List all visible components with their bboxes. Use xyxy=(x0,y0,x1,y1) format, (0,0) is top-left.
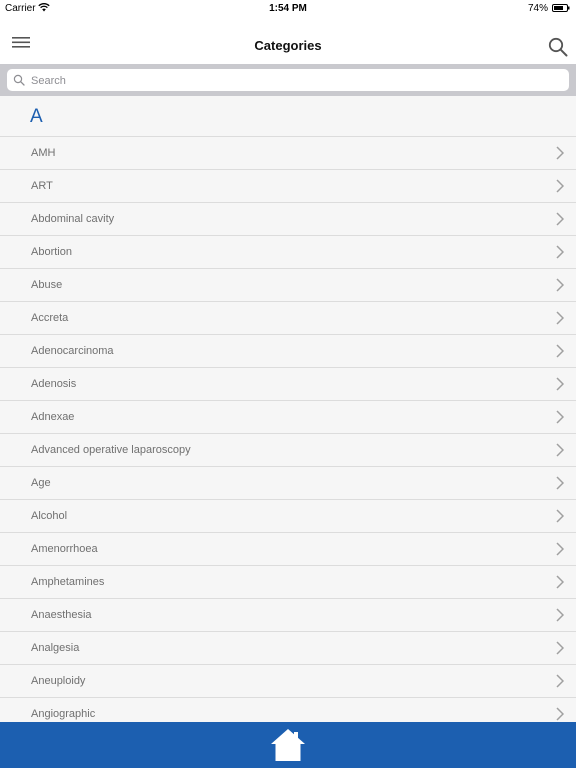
search-box[interactable] xyxy=(7,69,569,91)
list-item[interactable]: Analgesia xyxy=(0,632,576,665)
list-item[interactable]: AMH xyxy=(0,137,576,170)
list-item-label: Analgesia xyxy=(31,642,80,654)
bottom-bar xyxy=(0,722,576,768)
section-header: A xyxy=(0,96,576,137)
list-item-label: Aneuploidy xyxy=(31,675,86,687)
chevron-right-icon xyxy=(556,674,564,688)
list-item-label: Abortion xyxy=(31,246,72,258)
list-item-label: Abdominal cavity xyxy=(31,213,115,225)
list-item-label: Amphetamines xyxy=(31,576,105,588)
chevron-right-icon xyxy=(556,410,564,424)
status-bar: Carrier 1:54 PM 74% xyxy=(0,0,576,18)
search-field-icon xyxy=(13,74,25,86)
chevron-right-icon xyxy=(556,311,564,325)
search-input[interactable] xyxy=(29,71,553,91)
list-item[interactable]: Anaesthesia xyxy=(0,599,576,632)
list-item[interactable]: Angiographic xyxy=(0,698,576,722)
chevron-right-icon xyxy=(556,377,564,391)
chevron-right-icon xyxy=(556,608,564,622)
chevron-right-icon xyxy=(556,443,564,457)
chevron-right-icon xyxy=(556,278,564,292)
list-item-label: Adnexae xyxy=(31,411,75,423)
list-item[interactable]: Amenorrhoea xyxy=(0,533,576,566)
list-item-label: Advanced operative laparoscopy xyxy=(31,444,191,456)
search-bar xyxy=(0,64,576,96)
list-item-label: Angiographic xyxy=(31,708,96,720)
list-item-label: Adenocarcinoma xyxy=(31,345,114,357)
list-item[interactable]: Age xyxy=(0,467,576,500)
list-item[interactable]: Alcohol xyxy=(0,500,576,533)
home-icon[interactable] xyxy=(270,728,306,762)
list-item[interactable]: Accreta xyxy=(0,302,576,335)
list-item[interactable]: Amphetamines xyxy=(0,566,576,599)
chevron-right-icon xyxy=(556,146,564,160)
chevron-right-icon xyxy=(556,707,564,721)
navigation-bar: Categories xyxy=(0,18,576,64)
list-item-label: Amenorrhoea xyxy=(31,543,98,555)
status-time: 1:54 PM xyxy=(269,3,307,14)
chevron-right-icon xyxy=(556,542,564,556)
chevron-right-icon xyxy=(556,179,564,193)
list-item[interactable]: Abortion xyxy=(0,236,576,269)
list-item-label: ART xyxy=(31,180,53,192)
chevron-right-icon xyxy=(556,509,564,523)
battery-icon xyxy=(552,4,570,12)
section-letter: A xyxy=(30,106,43,127)
list-item[interactable]: ART xyxy=(0,170,576,203)
list-item[interactable]: Adenocarcinoma xyxy=(0,335,576,368)
chevron-right-icon xyxy=(556,575,564,589)
list-item[interactable]: Advanced operative laparoscopy xyxy=(0,434,576,467)
chevron-right-icon xyxy=(556,212,564,226)
category-list: A AMH ART Abdominal cavity Abortion Abuse Acc… xyxy=(0,96,576,722)
list-item-label: AMH xyxy=(31,147,56,159)
search-icon[interactable] xyxy=(548,37,568,57)
list-item-label: Abuse xyxy=(31,279,63,291)
list-item[interactable]: Adnexae xyxy=(0,401,576,434)
chevron-right-icon xyxy=(556,476,564,490)
list-item-label: Alcohol xyxy=(31,510,68,522)
battery-percentage: 74% xyxy=(527,3,548,14)
chevron-right-icon xyxy=(556,641,564,655)
list-item-label: Anaesthesia xyxy=(31,609,92,621)
list-item-label: Age xyxy=(31,477,51,489)
page-title: Categories xyxy=(254,38,322,53)
list-item-label: Adenosis xyxy=(31,378,77,390)
list-item[interactable]: Aneuploidy xyxy=(0,665,576,698)
list-item[interactable]: Abdominal cavity xyxy=(0,203,576,236)
list-item[interactable]: Abuse xyxy=(0,269,576,302)
list-item[interactable]: Adenosis xyxy=(0,368,576,401)
list-item-label: Accreta xyxy=(31,312,69,324)
chevron-right-icon xyxy=(556,245,564,259)
chevron-right-icon xyxy=(556,344,564,358)
